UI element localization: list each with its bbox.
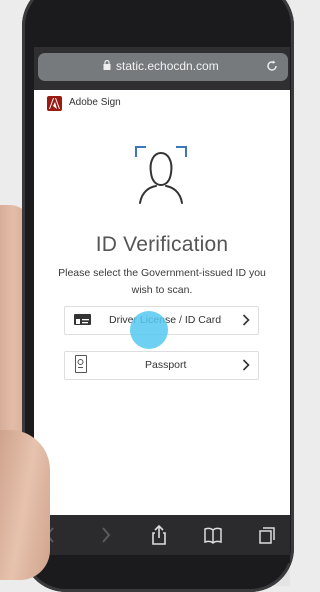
forward-icon[interactable] bbox=[96, 525, 114, 545]
passport-icon bbox=[75, 355, 87, 373]
url-text[interactable]: static.echocdn.com bbox=[116, 59, 219, 73]
phone-bottom-bezel bbox=[34, 555, 290, 563]
share-icon[interactable] bbox=[150, 525, 168, 545]
chevron-right-icon bbox=[242, 314, 250, 326]
touch-indicator bbox=[130, 311, 168, 349]
bookmarks-icon[interactable] bbox=[204, 525, 222, 545]
page-title: ID Verification bbox=[95, 233, 229, 256]
chevron-right-icon bbox=[242, 359, 250, 371]
instructions-text: Please select the Government-issued ID y… bbox=[58, 267, 266, 296]
adobe-logo bbox=[47, 96, 62, 111]
screen bbox=[34, 47, 290, 555]
id-card-icon bbox=[74, 314, 91, 325]
reload-icon[interactable] bbox=[266, 60, 278, 72]
thumb bbox=[0, 430, 50, 580]
lock-icon bbox=[103, 60, 111, 70]
passport-label: Passport bbox=[145, 359, 187, 371]
passport-option[interactable]: Passport bbox=[64, 351, 259, 380]
tabs-icon[interactable] bbox=[258, 525, 276, 545]
brand-name: Adobe Sign bbox=[69, 97, 121, 108]
face-scan-icon bbox=[135, 146, 187, 204]
